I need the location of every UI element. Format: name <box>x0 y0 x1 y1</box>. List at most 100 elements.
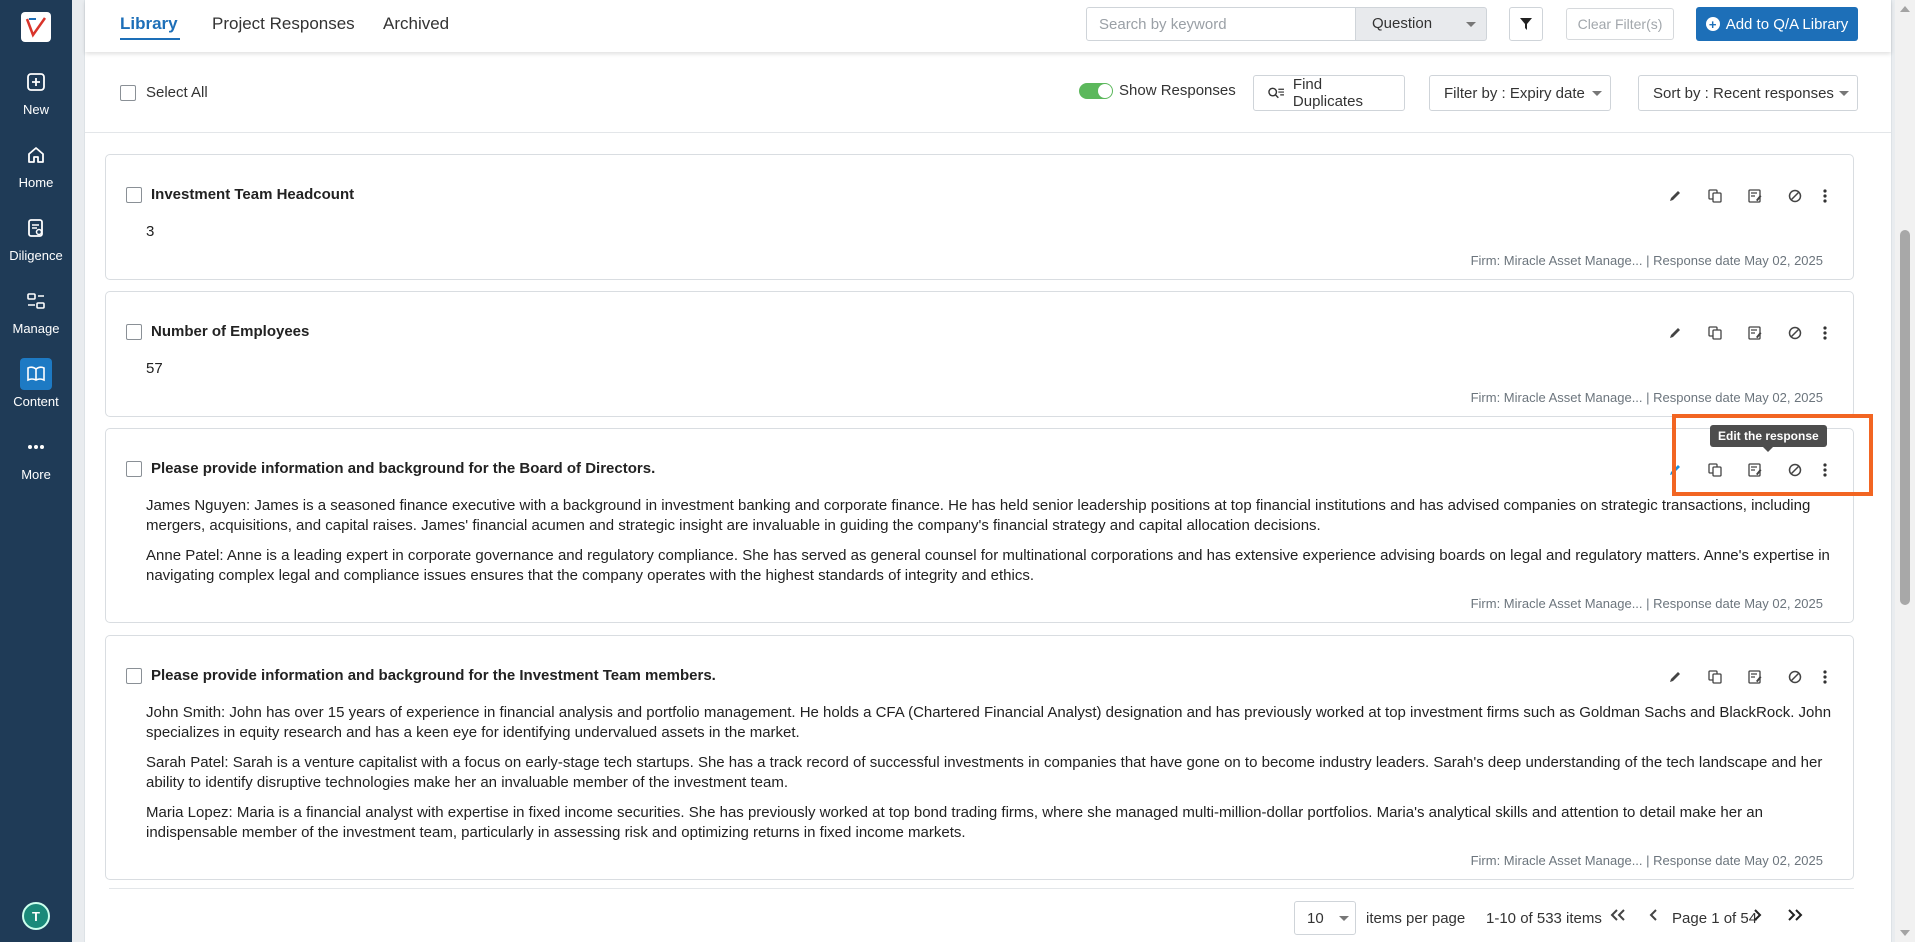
kebab-menu-icon <box>1823 326 1827 340</box>
copy-icon <box>1708 670 1722 684</box>
app-logo[interactable] <box>21 12 51 42</box>
edit-question-button[interactable] <box>1735 667 1775 687</box>
toolbar-divider <box>85 132 1891 133</box>
qa-card: Please provide information and backgroun… <box>105 428 1854 623</box>
response-paragraph: James Nguyen: James is a seasoned financ… <box>146 497 1811 534</box>
more-options-button[interactable] <box>1815 186 1835 206</box>
select-all[interactable]: Select All <box>120 84 208 101</box>
copy-icon <box>1708 326 1722 340</box>
manage-icon <box>20 285 52 317</box>
card-question-title: Please provide information and backgroun… <box>151 667 716 684</box>
edit-response-tooltip: Edit the response <box>1710 425 1827 452</box>
avatar[interactable]: T <box>22 902 50 930</box>
edit-button[interactable] <box>1655 667 1695 687</box>
card-response-date: Response date May 02, 2025 <box>1653 596 1823 611</box>
active-tab-indicator <box>120 38 180 40</box>
copy-button[interactable] <box>1695 667 1735 687</box>
scroll-down-arrow-icon[interactable] <box>1900 930 1910 936</box>
sidebar-item-diligence[interactable]: Diligence <box>0 212 72 263</box>
show-responses-toggle[interactable] <box>1079 82 1113 99</box>
archive-button[interactable] <box>1775 323 1815 343</box>
sidebar-item-home[interactable]: Home <box>0 139 72 190</box>
response-paragraph: Anne Patel: Anne is a leading expert in … <box>146 547 1830 584</box>
qa-card: Please provide information and backgroun… <box>105 635 1854 880</box>
diligence-icon <box>20 212 52 244</box>
add-to-library-button[interactable]: + Add to Q/A Library <box>1696 7 1858 41</box>
items-per-page-label: items per page <box>1366 910 1466 927</box>
card-response: 3 <box>146 222 1833 252</box>
qa-card: Investment Team Headcount 3 Firm: Miracl… <box>105 154 1854 280</box>
note-edit-icon <box>1748 326 1762 340</box>
card-checkbox[interactable] <box>126 461 142 477</box>
pencil-icon <box>1670 672 1680 682</box>
card-response-date: Response date May 02, 2025 <box>1653 253 1823 268</box>
sidebar: New Home Diligence Manage Content More T <box>0 0 72 942</box>
select-all-checkbox[interactable] <box>120 84 136 101</box>
find-duplicates-icon <box>1268 87 1284 99</box>
book-icon <box>20 358 52 390</box>
card-meta: Firm: Miracle Asset Manage... | Response… <box>1470 253 1823 268</box>
response-paragraph: 3 <box>146 223 155 240</box>
card-actions <box>1655 186 1835 206</box>
card-checkbox[interactable] <box>126 668 142 684</box>
filter-by-select[interactable]: Filter by : Expiry date <box>1429 75 1611 111</box>
sidebar-item-more[interactable]: More <box>0 431 72 482</box>
sidebar-item-new[interactable]: New <box>0 66 72 117</box>
items-per-page-select[interactable]: 10 <box>1294 901 1356 935</box>
scrollbar-thumb[interactable] <box>1900 230 1910 605</box>
sidebar-item-manage[interactable]: Manage <box>0 285 72 336</box>
pagination-range: 1-10 of 533 items <box>1486 910 1602 927</box>
edit-question-button[interactable] <box>1735 186 1775 206</box>
find-duplicates-label: Find Duplicates <box>1292 76 1363 110</box>
filter-button[interactable] <box>1509 7 1543 41</box>
tab-library[interactable]: Library <box>120 14 178 34</box>
page-scrollbar[interactable] <box>1895 0 1915 942</box>
more-options-button[interactable] <box>1815 323 1835 343</box>
chevron-down-icon <box>1339 916 1349 921</box>
main-panel: Library Project Responses Archived Quest… <box>84 0 1892 942</box>
chevron-down-icon <box>1466 22 1476 27</box>
next-page-button[interactable] <box>1752 906 1762 927</box>
copy-button[interactable] <box>1695 323 1735 343</box>
pagination-bar: 10 items per page 1-10 of 533 items Page… <box>109 888 1854 942</box>
last-page-button[interactable] <box>1786 906 1804 927</box>
search-scope-value: Question <box>1372 15 1433 32</box>
qa-card: Number of Employees 57 Firm: Miracle Ass… <box>105 291 1854 417</box>
card-response: 57 <box>146 359 1833 389</box>
response-paragraph: Sarah Patel: Sarah is a venture capitali… <box>146 754 1823 791</box>
add-to-library-label: Add to Q/A Library <box>1725 15 1849 33</box>
sort-by-select[interactable]: Sort by : Recent responses <box>1638 75 1858 111</box>
scroll-up-arrow-icon[interactable] <box>1900 6 1910 12</box>
first-page-button[interactable] <box>1609 906 1627 927</box>
page-indicator: Page 1 of 54 <box>1672 910 1758 927</box>
note-edit-icon <box>1748 189 1762 203</box>
card-checkbox[interactable] <box>126 324 142 340</box>
archive-button[interactable] <box>1775 667 1815 687</box>
search-scope-select[interactable]: Question <box>1355 7 1487 41</box>
filter-icon <box>1520 18 1532 30</box>
prev-page-button[interactable] <box>1649 906 1659 927</box>
find-duplicates-button[interactable]: Find Duplicates <box>1253 75 1405 111</box>
card-firm: Firm: Miracle Asset Manage... <box>1470 596 1643 611</box>
archive-button[interactable] <box>1775 186 1815 206</box>
more-options-button[interactable] <box>1815 667 1835 687</box>
sidebar-item-label: More <box>21 467 51 482</box>
chevron-down-icon <box>1839 91 1849 96</box>
edit-button[interactable] <box>1655 186 1695 206</box>
copy-button[interactable] <box>1695 186 1735 206</box>
search-input[interactable] <box>1086 7 1356 41</box>
pencil-icon <box>1670 328 1680 338</box>
pencil-icon <box>1670 191 1680 201</box>
edit-question-button[interactable] <box>1735 323 1775 343</box>
home-icon <box>20 139 52 171</box>
tab-project-responses[interactable]: Project Responses <box>212 14 355 34</box>
double-chevron-right-icon <box>1788 909 1803 921</box>
select-all-label: Select All <box>146 84 208 101</box>
sidebar-item-content[interactable]: Content <box>0 358 72 409</box>
sort-by-value: Sort by : Recent responses <box>1653 84 1834 102</box>
edit-button[interactable] <box>1655 323 1695 343</box>
card-checkbox[interactable] <box>126 187 142 203</box>
clear-filters-button[interactable]: Clear Filter(s) <box>1566 8 1674 40</box>
card-question-title: Investment Team Headcount <box>151 186 355 203</box>
tab-archived[interactable]: Archived <box>383 14 449 34</box>
